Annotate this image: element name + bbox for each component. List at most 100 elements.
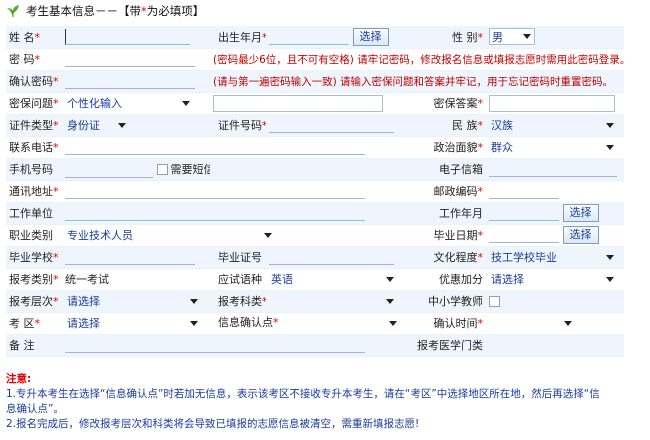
answer-label: 密保答案* [414, 92, 486, 115]
mobile-input[interactable] [65, 162, 153, 178]
id-type-label: 证件类型* [6, 114, 62, 137]
question-custom-input[interactable] [213, 94, 383, 112]
chevron-down-icon [389, 320, 397, 326]
school-label: 毕业学校* [6, 246, 62, 269]
phone-input[interactable] [65, 139, 365, 155]
row-id: 证件类型* 身份证 证件号码* 民 族* 汉族 [6, 114, 624, 137]
row-remark: 备 注 报考医学门类 [6, 334, 624, 357]
chevron-down-icon [118, 122, 126, 128]
birth-input[interactable] [269, 29, 349, 45]
ethnic-select[interactable]: 汉族 [489, 117, 617, 134]
language-label: 应试语种 [210, 268, 266, 291]
email-label: 电子信箱 [414, 158, 486, 181]
area-select[interactable]: 请选择 [65, 315, 201, 332]
subject-label: 报考科类* [210, 290, 266, 313]
bonus-select[interactable]: 请选择 [489, 271, 617, 288]
question-select[interactable]: 个性化输入 [65, 95, 193, 112]
exam-type-label: 报考类别* [6, 268, 62, 291]
school-input[interactable] [65, 249, 195, 265]
note-line-1-cont: 息确认点”。 [6, 403, 64, 415]
chevron-down-icon [606, 276, 614, 282]
row-school: 毕业学校* 毕业证号 文化程度* 技工学校毕业 [6, 246, 624, 269]
gender-select[interactable]: 男 [489, 28, 535, 46]
work-unit-input[interactable] [65, 205, 365, 221]
chevron-down-icon [564, 320, 572, 326]
language-select[interactable]: 英语 [269, 271, 397, 288]
cert-input[interactable] [269, 249, 394, 265]
edu-select[interactable]: 技工学校毕业 [489, 249, 617, 266]
chevron-down-icon [190, 320, 198, 326]
teacher-label: 中小学教师 [414, 290, 486, 313]
row-name: 姓 名* 出生年月* 选择 性 别* 男 [6, 26, 624, 49]
row-level: 报考层次* 请选择 报考科类* 中小学教师 [6, 290, 624, 313]
subject-select[interactable] [269, 293, 397, 310]
id-type-select[interactable]: 身份证 [65, 117, 129, 134]
confirm-point-label: 信息确认点* [218, 316, 279, 330]
grad-date-input[interactable] [489, 227, 559, 243]
chevron-down-icon [523, 34, 531, 40]
birth-select-button[interactable]: 选择 [352, 27, 389, 46]
row-exam-type: 报考类别* 统一考试 应试语种 英语 优惠加分 请选择 [6, 268, 624, 291]
row-address: 通讯地址* 邮政编码* [6, 180, 624, 203]
ethnic-label: 民 族* [414, 114, 486, 137]
chevron-down-icon [386, 298, 394, 304]
work-year-input[interactable] [489, 205, 559, 221]
notes-section: 注意: 1.专升本考生在选择“信息确认点”时若加无信息，表示该考区不接收专升本考… [6, 372, 636, 432]
birth-label: 出生年月* [210, 26, 266, 49]
gender-label: 性 别* [414, 26, 486, 49]
work-year-label: 工作年月 [414, 202, 486, 225]
political-select[interactable]: 群众 [489, 139, 617, 156]
sms-checkbox[interactable] [156, 164, 168, 175]
password-hint: (密码最少6位，且不可有空格) 请牢记密码，修改报名信息或填报志愿时需用此密码登… [210, 48, 624, 71]
edu-label: 文化程度* [414, 246, 486, 269]
remark-input[interactable] [65, 337, 365, 353]
chevron-down-icon [190, 298, 198, 304]
zip-label: 邮政编码* [414, 180, 486, 203]
confirm-time-select[interactable] [489, 315, 575, 332]
bonus-label: 优惠加分 [414, 268, 486, 291]
form-title: 考生基本信息－－【带*为必填项】 [26, 4, 205, 18]
chevron-down-icon [182, 100, 190, 106]
address-label: 通讯地址* [6, 180, 62, 203]
chevron-down-icon [606, 254, 614, 260]
row-security-question: 密保问题* 个性化输入 密保答案* [6, 92, 624, 115]
row-job: 职业类别 专业技术人员 毕业日期* 选择 [6, 224, 624, 247]
row-mobile: 手机号码 需要短信服务 电子信箱 [6, 158, 624, 181]
id-number-label: 证件号码* [210, 114, 266, 137]
row-phone: 联系电话* 政治面貌* 群众 [6, 136, 624, 159]
exam-type-value: 统一考试 [62, 268, 210, 291]
job-select[interactable]: 专业技术人员 [65, 227, 275, 244]
answer-input[interactable] [489, 94, 615, 112]
medical-label: 报考医学门类 [414, 334, 486, 357]
phone-label: 联系电话* [6, 136, 62, 159]
chevron-down-icon [386, 276, 394, 282]
form-header: 考生基本信息－－【带*为必填项】 [0, 0, 650, 22]
grad-date-select-button[interactable]: 选择 [562, 226, 599, 244]
work-year-select-button[interactable]: 选择 [562, 204, 599, 222]
name-label: 姓 名* [6, 26, 62, 49]
confirm-point-select[interactable] [282, 315, 400, 332]
notes-title: 注意: [6, 373, 32, 385]
confirm-password-label: 确认密码* [6, 70, 62, 93]
mobile-label: 手机号码 [6, 158, 62, 181]
zip-input[interactable] [489, 183, 559, 199]
sms-label: 需要短信服务 [170, 162, 211, 176]
note-line-1: 1.专升本考生在选择“信息确认点”时若加无信息，表示该考区不接收专升本考生，请在… [6, 388, 600, 400]
job-label: 职业类别 [6, 224, 62, 247]
level-select[interactable]: 请选择 [65, 293, 201, 310]
password-input[interactable] [65, 51, 195, 67]
teacher-checkbox[interactable] [489, 296, 500, 307]
id-number-input[interactable] [269, 117, 394, 133]
row-password: 密 码* (密码最少6位，且不可有空格) 请牢记密码，修改报名信息或填报志愿时需… [6, 48, 624, 71]
chevron-down-icon [264, 232, 272, 238]
area-label: 考 区* [6, 312, 62, 335]
confirm-password-input[interactable] [65, 73, 195, 89]
question-label: 密保问题* [6, 92, 62, 115]
row-area: 考 区* 请选择 信息确认点* 确认时间* [6, 312, 624, 335]
political-label: 政治面貌* [414, 136, 486, 159]
address-input[interactable] [65, 183, 365, 199]
cert-label: 毕业证号 [210, 246, 266, 269]
email-input[interactable] [489, 161, 617, 177]
chevron-down-icon [606, 144, 614, 150]
name-input[interactable] [65, 28, 190, 45]
